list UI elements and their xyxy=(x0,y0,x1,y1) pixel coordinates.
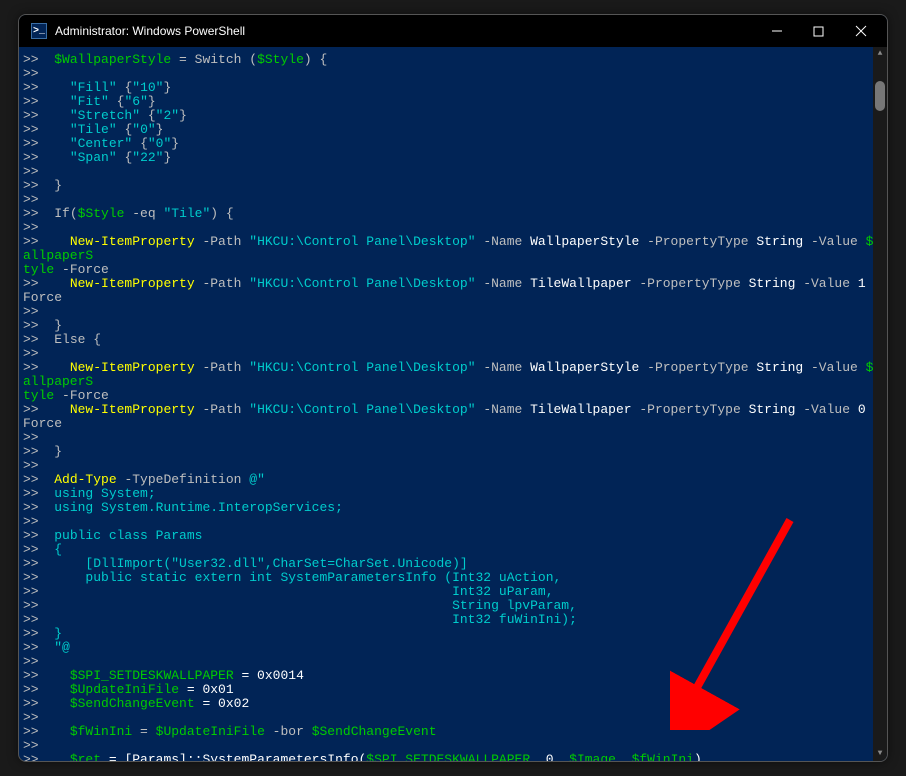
scroll-up-arrow[interactable]: ▲ xyxy=(875,49,885,59)
powershell-window: >_ Administrator: Windows PowerShell >> … xyxy=(18,14,888,762)
continuation-prompt: >> xyxy=(23,52,39,67)
powershell-icon: >_ xyxy=(31,23,47,39)
titlebar[interactable]: >_ Administrator: Windows PowerShell xyxy=(19,15,887,47)
terminal-area[interactable]: >> $WallpaperStyle = Switch ($Style) { >… xyxy=(19,47,887,761)
scroll-down-arrow[interactable]: ▼ xyxy=(875,749,885,759)
minimize-button[interactable] xyxy=(771,25,791,37)
vertical-scrollbar[interactable]: ▲ ▼ xyxy=(873,47,887,761)
scroll-thumb[interactable] xyxy=(875,81,885,111)
maximize-button[interactable] xyxy=(813,26,833,37)
close-button[interactable] xyxy=(855,25,875,37)
window-title: Administrator: Windows PowerShell xyxy=(55,24,245,38)
